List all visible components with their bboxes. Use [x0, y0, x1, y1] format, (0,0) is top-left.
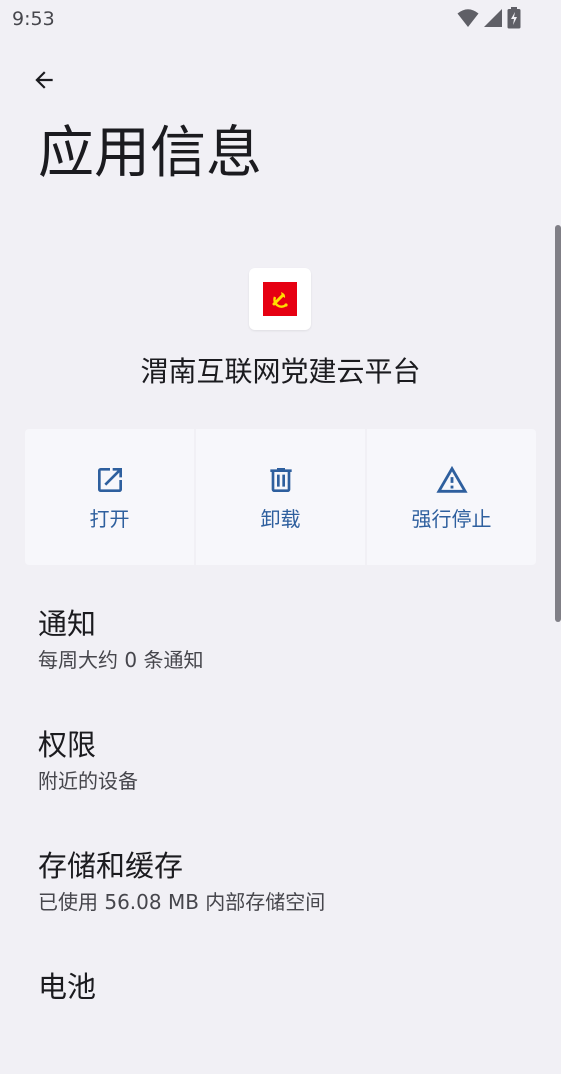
notifications-item[interactable]: 通知 每周大约 0 条通知	[0, 590, 561, 711]
app-action-row: 打开 卸载 强行停止	[25, 429, 536, 565]
storage-cache-summary: 已使用 56.08 MB 内部存储空间	[38, 890, 326, 914]
force-stop-button-label: 强行停止	[411, 507, 492, 531]
warning-icon	[435, 463, 469, 497]
uninstall-button[interactable]: 卸载	[196, 429, 365, 565]
uninstall-button-label: 卸载	[260, 507, 301, 531]
cellular-signal-icon	[483, 8, 503, 32]
wifi-icon	[457, 8, 479, 32]
back-arrow-icon	[31, 67, 57, 97]
open-button-label: 打开	[89, 507, 130, 531]
open-button[interactable]: 打开	[25, 429, 194, 565]
force-stop-button[interactable]: 强行停止	[367, 429, 536, 565]
back-button[interactable]	[22, 60, 66, 104]
settings-list: 通知 每周大约 0 条通知 权限 附近的设备 存储和缓存 已使用 56.08 M…	[0, 590, 561, 1074]
scrollbar[interactable]	[555, 225, 561, 622]
permissions-item[interactable]: 权限 附近的设备	[0, 711, 561, 832]
storage-cache-item[interactable]: 存储和缓存 已使用 56.08 MB 内部存储空间	[0, 832, 561, 953]
status-time: 9:53	[12, 8, 55, 30]
status-bar: 9:53	[0, 0, 561, 40]
app-icon	[249, 268, 311, 330]
permissions-summary: 附近的设备	[38, 769, 138, 793]
notifications-summary: 每周大约 0 条通知	[38, 648, 204, 672]
app-name: 渭南互联网党建云平台	[140, 355, 421, 388]
open-external-icon	[93, 463, 127, 497]
battery-item[interactable]: 电池	[0, 953, 561, 1074]
notifications-title: 通知	[38, 607, 97, 641]
status-icons	[457, 7, 521, 33]
party-emblem-icon	[263, 282, 297, 316]
storage-cache-title: 存储和缓存	[38, 849, 184, 883]
trash-icon	[264, 463, 298, 497]
battery-title: 电池	[38, 970, 97, 1004]
battery-charging-icon	[507, 7, 521, 33]
permissions-title: 权限	[38, 728, 97, 762]
page-title: 应用信息	[38, 121, 262, 186]
